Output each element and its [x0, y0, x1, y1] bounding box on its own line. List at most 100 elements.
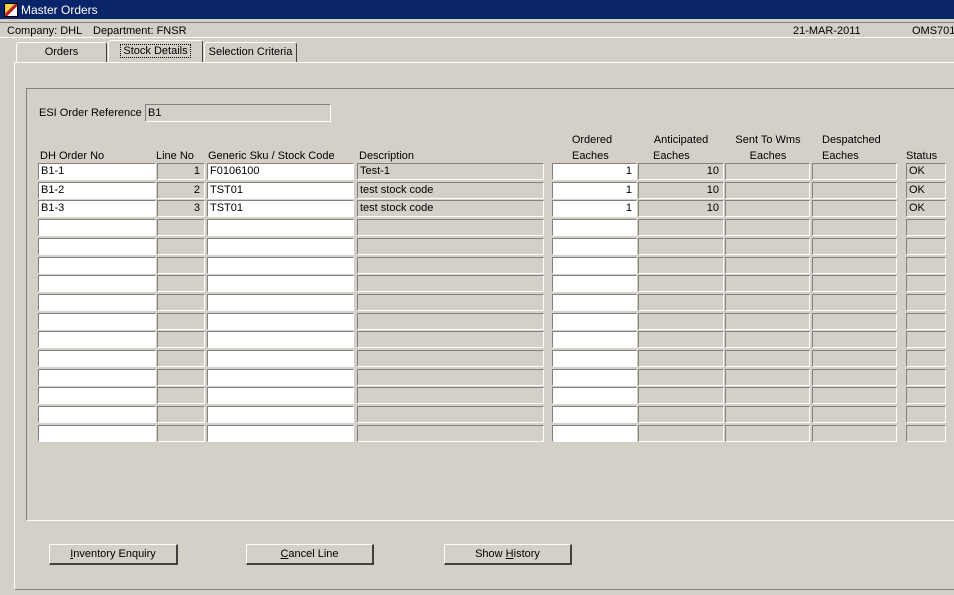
dh-order-no-cell[interactable] — [38, 257, 156, 274]
sku-cell[interactable] — [207, 313, 354, 330]
cancel-line-button[interactable]: Cancel Line — [246, 544, 374, 565]
context-info-bar: Company: DHL Department: FNSR 21-MAR-201… — [0, 22, 954, 38]
sku-cell[interactable] — [207, 219, 354, 236]
header-status: Status — [906, 150, 938, 162]
dh-order-no-cell[interactable] — [38, 275, 156, 292]
anticipated-eaches-cell — [638, 425, 724, 442]
show-history-button[interactable]: Show History — [444, 544, 572, 565]
description-cell — [357, 369, 544, 386]
anticipated-eaches-cell — [638, 350, 724, 367]
ordered-eaches-cell[interactable] — [552, 350, 637, 367]
tab-orders[interactable]: Orders — [16, 42, 107, 63]
sent-to-wms-eaches-cell — [725, 275, 810, 292]
sku-cell[interactable] — [207, 406, 354, 423]
tab-selection-criteria[interactable]: Selection Criteria — [204, 42, 297, 63]
dh-order-no-cell[interactable] — [38, 238, 156, 255]
sku-cell[interactable] — [207, 275, 354, 292]
ordered-eaches-cell[interactable] — [552, 425, 637, 442]
status-cell — [906, 387, 946, 404]
header-ordered-line2: Eaches — [572, 150, 609, 162]
ordered-eaches-cell[interactable]: 1 — [552, 182, 637, 199]
sku-cell[interactable] — [207, 425, 354, 442]
sent-to-wms-eaches-cell — [725, 163, 810, 180]
form-code-label: OMS701 — [912, 25, 954, 37]
dh-order-no-cell[interactable] — [38, 313, 156, 330]
dh-order-no-cell[interactable] — [38, 331, 156, 348]
status-cell — [906, 331, 946, 348]
sku-cell[interactable] — [207, 387, 354, 404]
anticipated-eaches-cell — [638, 257, 724, 274]
sku-cell[interactable] — [207, 257, 354, 274]
despatched-eaches-cell — [812, 350, 897, 367]
dh-order-no-cell[interactable] — [38, 406, 156, 423]
description-cell — [357, 294, 544, 311]
header-description: Description — [359, 150, 415, 162]
sku-cell[interactable]: TST01 — [207, 200, 354, 217]
sku-cell[interactable]: TST01 — [207, 182, 354, 199]
oracle-forms-icon — [4, 2, 18, 17]
dh-order-no-cell[interactable] — [38, 387, 156, 404]
line-no-cell: 2 — [157, 182, 205, 199]
dh-order-no-cell[interactable] — [38, 294, 156, 311]
sku-cell[interactable]: F0106100 — [207, 163, 354, 180]
status-cell — [906, 369, 946, 386]
line-no-cell — [157, 219, 205, 236]
ordered-eaches-cell[interactable] — [552, 313, 637, 330]
dh-order-no-cell[interactable] — [38, 219, 156, 236]
ordered-eaches-cell[interactable] — [552, 257, 637, 274]
ordered-eaches-cell[interactable] — [552, 294, 637, 311]
sent-to-wms-eaches-cell — [725, 238, 810, 255]
dh-order-no-cell[interactable] — [38, 350, 156, 367]
dh-order-no-cell[interactable] — [38, 369, 156, 386]
sku-cell[interactable] — [207, 350, 354, 367]
sku-cell[interactable] — [207, 294, 354, 311]
dh-order-no-cell[interactable]: B1-3 — [38, 200, 156, 217]
header-sent-line2: Eaches — [749, 150, 787, 162]
line-no-cell — [157, 275, 205, 292]
ordered-eaches-cell[interactable]: 1 — [552, 163, 637, 180]
tab-stock-details[interactable]: Stock Details — [108, 40, 203, 63]
anticipated-eaches-cell — [638, 387, 724, 404]
line-no-cell — [157, 387, 205, 404]
line-no-cell: 1 — [157, 163, 205, 180]
ordered-eaches-cell[interactable] — [552, 275, 637, 292]
description-cell — [357, 350, 544, 367]
anticipated-eaches-cell — [638, 369, 724, 386]
ordered-eaches-cell[interactable] — [552, 238, 637, 255]
dh-order-no-cell[interactable]: B1-1 — [38, 163, 156, 180]
dh-order-no-cell[interactable] — [38, 425, 156, 442]
header-sent-to-wms: Sent To Wms Eaches — [726, 132, 810, 164]
sku-cell[interactable] — [207, 369, 354, 386]
despatched-eaches-cell — [812, 406, 897, 423]
sent-to-wms-eaches-cell — [725, 294, 810, 311]
despatched-eaches-cell — [812, 387, 897, 404]
status-cell — [906, 294, 946, 311]
despatched-eaches-cell — [812, 163, 897, 180]
header-despatched: Despatched Eaches — [813, 132, 897, 164]
ordered-eaches-cell[interactable] — [552, 406, 637, 423]
inventory-enquiry-button[interactable]: Inventory Enquiry — [49, 544, 178, 565]
esi-order-reference-label: ESI Order Reference — [39, 107, 142, 119]
ordered-eaches-cell[interactable] — [552, 387, 637, 404]
ordered-eaches-cell[interactable] — [552, 331, 637, 348]
anticipated-eaches-cell: 10 — [638, 200, 724, 217]
anticipated-eaches-cell — [638, 331, 724, 348]
header-dh-order-no: DH Order No — [40, 150, 105, 162]
ordered-eaches-cell[interactable] — [552, 219, 637, 236]
sku-cell[interactable] — [207, 238, 354, 255]
despatched-eaches-cell — [812, 425, 897, 442]
header-anticipated-line2: Eaches — [653, 150, 690, 162]
dh-order-no-cell[interactable]: B1-2 — [38, 182, 156, 199]
despatched-eaches-cell — [812, 238, 897, 255]
sent-to-wms-eaches-cell — [725, 331, 810, 348]
line-no-cell — [157, 331, 205, 348]
ordered-eaches-cell[interactable] — [552, 369, 637, 386]
company-label: Company: DHL — [7, 25, 83, 37]
window-title: Master Orders — [21, 2, 98, 17]
despatched-eaches-cell — [812, 182, 897, 199]
date-label: 21-MAR-2011 — [793, 25, 861, 37]
line-no-cell — [157, 369, 205, 386]
ordered-eaches-cell[interactable]: 1 — [552, 200, 637, 217]
sku-cell[interactable] — [207, 331, 354, 348]
esi-order-reference-field[interactable]: B1 — [145, 104, 331, 122]
